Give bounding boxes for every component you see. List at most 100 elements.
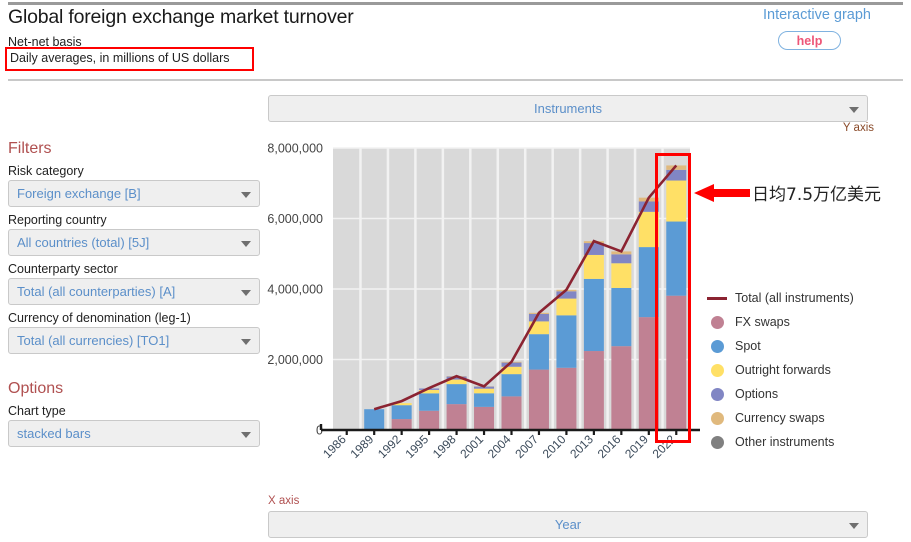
chevron-down-icon — [849, 107, 859, 113]
bar-segment[interactable] — [556, 299, 576, 316]
bar-segment[interactable] — [584, 241, 604, 243]
x-axis-tick-label: 2019 — [622, 432, 651, 461]
bar-segment[interactable] — [474, 387, 494, 389]
legend-item-label: Options — [735, 387, 778, 401]
legend-dot-icon — [706, 316, 728, 329]
bar-segment[interactable] — [529, 334, 549, 369]
bar-segment[interactable] — [419, 411, 439, 430]
legend-item-label: Outright forwards — [735, 363, 831, 377]
page-title: Global foreign exchange market turnover — [8, 6, 354, 29]
bar-segment[interactable] — [611, 263, 631, 288]
bar-segment[interactable] — [474, 389, 494, 394]
legend-dot-icon — [706, 340, 728, 353]
chevron-down-icon — [241, 241, 251, 247]
filter-value-counterparty-sector: Total (all counterparties) [A] — [17, 284, 175, 299]
bar-segment[interactable] — [447, 377, 467, 380]
y-axis-tick-label: 6,000,000 — [267, 212, 323, 226]
filter-label-currency-denomination: Currency of denomination (leg-1) — [8, 311, 260, 325]
bar-segment[interactable] — [447, 380, 467, 385]
filter-label-risk-category: Risk category — [8, 164, 260, 178]
legend-item[interactable]: FX swaps — [706, 310, 854, 334]
bar-segment[interactable] — [474, 407, 494, 430]
filter-select-risk-category[interactable]: Foreign exchange [B] — [8, 180, 260, 207]
option-label-chart-type: Chart type — [8, 404, 260, 418]
top-rule — [8, 2, 903, 5]
chevron-down-icon — [241, 432, 251, 438]
bar-segment[interactable] — [364, 409, 384, 430]
total-line-series[interactable] — [374, 165, 676, 409]
annotation-text: 日均7.5万亿美元 — [752, 180, 881, 205]
bar-segment[interactable] — [447, 404, 467, 430]
filter-select-currency-denomination[interactable]: Total (all currencies) [TO1] — [8, 327, 260, 354]
bar-segment[interactable] — [584, 351, 604, 430]
chart-legend: Total (all instruments) FX swaps Spot Outri… — [706, 286, 854, 454]
bar-segment[interactable] — [502, 367, 522, 374]
x-axis-tick-label: 1992 — [375, 432, 404, 461]
x-axis-tick-label: 2016 — [595, 432, 624, 461]
bar-segment[interactable] — [392, 405, 412, 419]
filter-label-reporting-country: Reporting country — [8, 213, 260, 227]
option-value-chart-type: stacked bars — [17, 426, 91, 441]
highlight-box-2022 — [655, 153, 691, 443]
filter-select-counterparty-sector[interactable]: Total (all counterparties) [A] — [8, 278, 260, 305]
legend-item[interactable]: Total (all instruments) — [706, 286, 854, 310]
bar-segment[interactable] — [392, 419, 412, 430]
bar-segment[interactable] — [447, 384, 467, 404]
instruments-select[interactable]: Instruments — [268, 95, 868, 122]
bar-segment[interactable] — [419, 388, 439, 389]
legend-item-label: FX swaps — [735, 315, 790, 329]
bar-segment[interactable] — [529, 321, 549, 334]
option-select-chart-type[interactable]: stacked bars — [8, 420, 260, 447]
legend-dot-icon — [706, 388, 728, 401]
x-axis-tick-label: 2010 — [540, 432, 569, 461]
filter-value-currency-denomination: Total (all currencies) [TO1] — [17, 333, 169, 348]
bar-segment[interactable] — [556, 315, 576, 367]
bar-segment[interactable] — [556, 291, 576, 298]
legend-item[interactable]: Outright forwards — [706, 358, 854, 382]
y-axis-tick-label: 8,000,000 — [267, 142, 323, 156]
bar-segment[interactable] — [502, 374, 522, 396]
filter-select-reporting-country[interactable]: All countries (total) [5J] — [8, 229, 260, 256]
chevron-down-icon — [849, 523, 859, 529]
x-axis-tick-label: 2013 — [567, 432, 596, 461]
bar-segment[interactable] — [502, 396, 522, 430]
legend-dot-icon — [706, 412, 728, 425]
bar-segment[interactable] — [556, 368, 576, 430]
bar-segment[interactable] — [611, 346, 631, 430]
legend-item-label: Spot — [735, 339, 761, 353]
legend-item[interactable]: Currency swaps — [706, 406, 854, 430]
bar-segment[interactable] — [611, 254, 631, 263]
bar-segment[interactable] — [502, 362, 522, 363]
bar-segment[interactable] — [584, 255, 604, 279]
legend-item-label: Total (all instruments) — [735, 291, 854, 305]
bar-segment[interactable] — [529, 370, 549, 430]
legend-item[interactable]: Options — [706, 382, 854, 406]
bar-segment[interactable] — [474, 393, 494, 407]
bar-segment[interactable] — [419, 393, 439, 410]
bar-segment[interactable] — [419, 390, 439, 393]
plot-background — [333, 148, 690, 430]
filter-value-reporting-country: All countries (total) [5J] — [17, 235, 149, 250]
filter-value-risk-category: Foreign exchange [B] — [17, 186, 141, 201]
y-axis-tick-label: 4,000,000 — [267, 283, 323, 297]
bar-segment[interactable] — [611, 288, 631, 346]
year-select[interactable]: Year — [268, 511, 868, 538]
bar-segment[interactable] — [392, 403, 412, 405]
annotation-arrow-icon — [694, 182, 750, 204]
bar-segment[interactable] — [529, 313, 549, 314]
legend-item[interactable]: Spot — [706, 334, 854, 358]
legend-dot-icon — [706, 436, 728, 449]
bar-segment[interactable] — [529, 314, 549, 321]
bar-segment[interactable] — [556, 290, 576, 292]
legend-item[interactable]: Other instruments — [706, 430, 854, 454]
y-axis-tick-label: 2,000,000 — [267, 353, 323, 367]
help-button[interactable]: help — [778, 31, 841, 50]
bar-segment[interactable] — [611, 251, 631, 254]
interactive-graph-link[interactable]: Interactive graph — [763, 7, 871, 23]
bar-segment[interactable] — [502, 363, 522, 367]
header-divider — [8, 79, 903, 81]
chevron-down-icon — [241, 339, 251, 345]
bar-segment[interactable] — [584, 243, 604, 255]
bar-segment[interactable] — [584, 279, 604, 351]
x-axis-tick-label: 1998 — [430, 432, 459, 461]
